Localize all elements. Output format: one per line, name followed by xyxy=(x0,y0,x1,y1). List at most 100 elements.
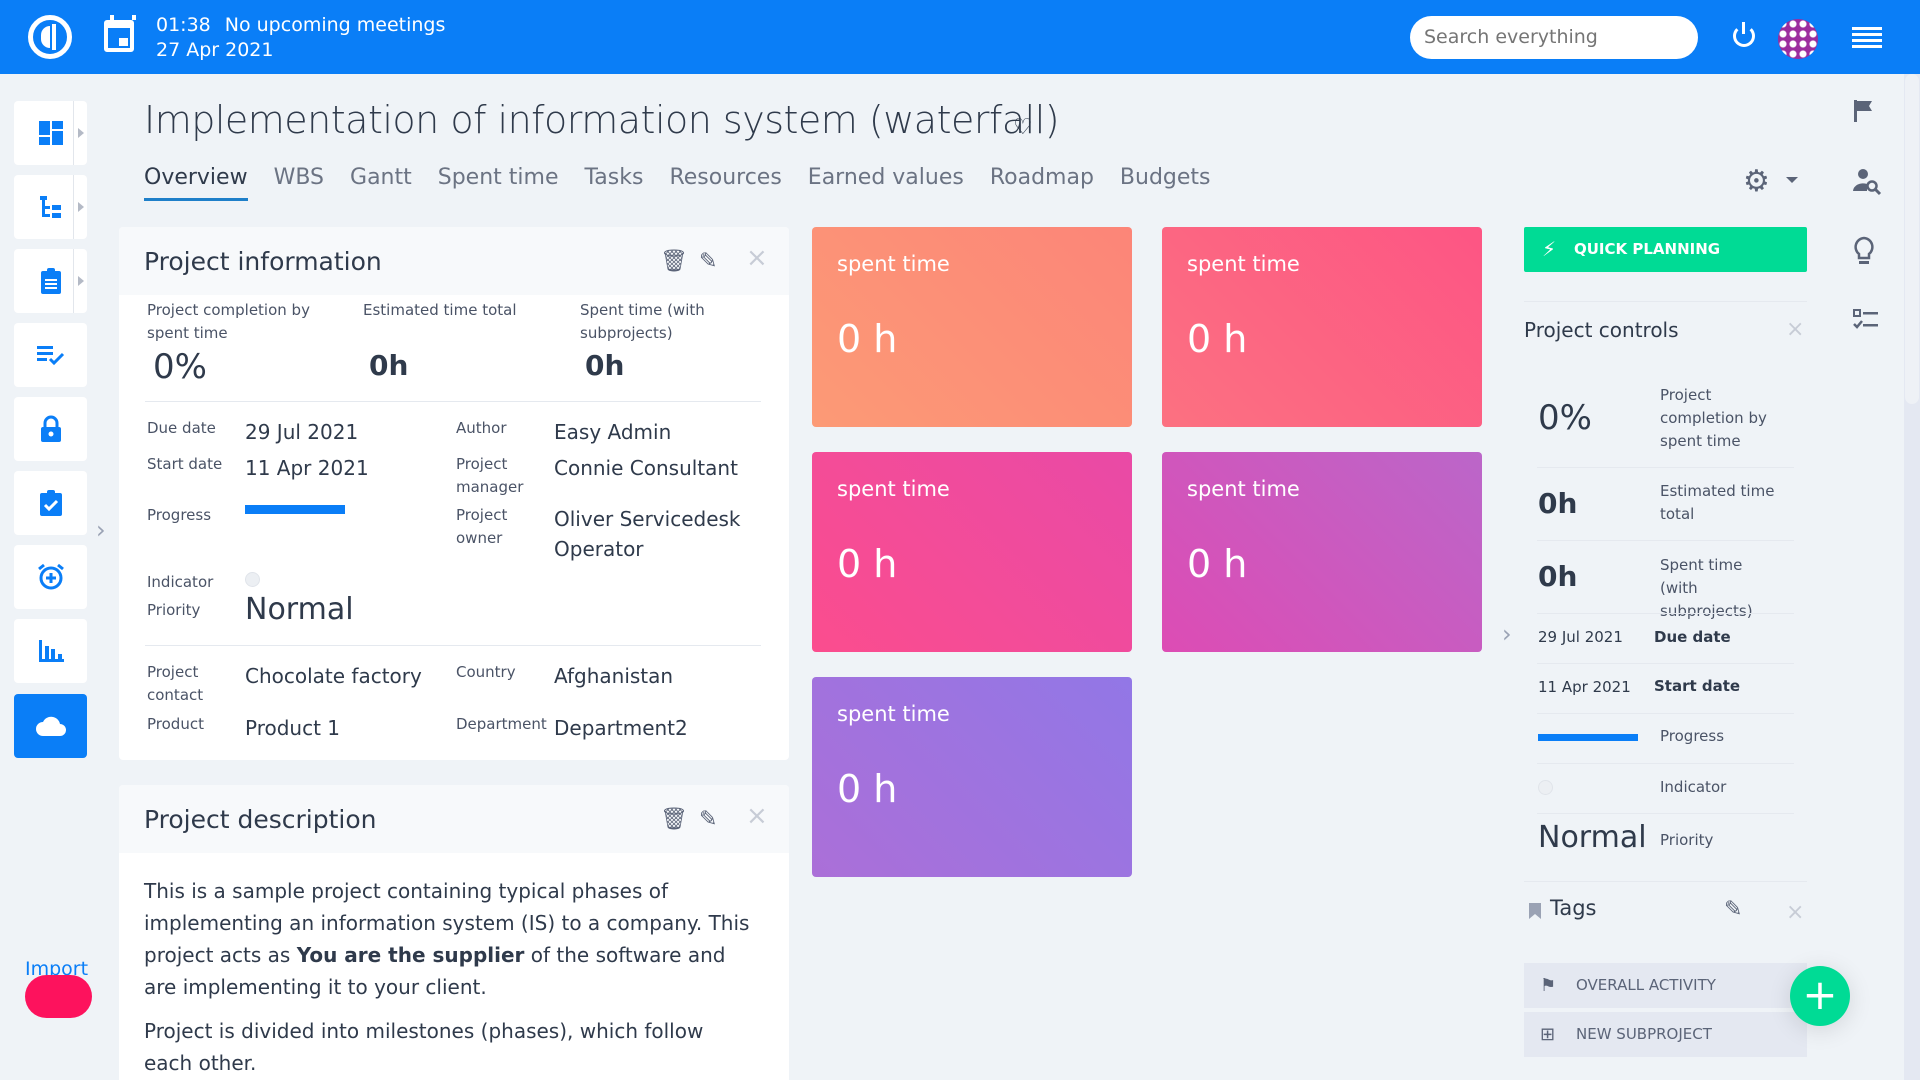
pencil-icon[interactable]: ✎ xyxy=(1724,897,1742,922)
spent-time-tile[interactable]: spent time 0 h xyxy=(1162,452,1482,652)
pc-start-date-value: 11 Apr 2021 xyxy=(1538,678,1631,696)
hamburger-menu-icon[interactable] xyxy=(1852,27,1882,49)
start-date-value: 11 Apr 2021 xyxy=(245,456,369,480)
stat-label-spent: Spent time (with subprojects) xyxy=(580,301,705,342)
sidebar-item-alarm[interactable] xyxy=(14,545,87,609)
spent-time-tile[interactable]: spent time 0 h xyxy=(812,452,1132,652)
new-subproject-button[interactable]: ⊞ NEW SUBPROJECT xyxy=(1524,1012,1807,1057)
spent-time-tile[interactable]: spent time 0 h xyxy=(812,677,1132,877)
sidebar-item-checklist[interactable] xyxy=(14,323,87,387)
logo-icon[interactable] xyxy=(28,15,72,59)
top-bar: 01:38 No upcoming meetings 27 Apr 2021 xyxy=(0,0,1920,74)
tab-wbs[interactable]: WBS xyxy=(261,165,337,201)
chevron-down-icon[interactable] xyxy=(1786,177,1798,183)
description-paragraph: This is a sample project containing typi… xyxy=(144,875,754,1003)
trash-icon[interactable]: 🗑 xyxy=(660,807,688,832)
department-value: Department2 xyxy=(554,716,688,740)
close-icon[interactable]: × xyxy=(1786,317,1804,342)
stat-value-estimated: 0h xyxy=(369,349,409,382)
flag-icon[interactable] xyxy=(1852,98,1876,124)
project-contact-value: Chocolate factory xyxy=(245,664,422,688)
project-information-card: Project information 🗑 ✎ × Project comple… xyxy=(119,227,789,760)
stat-label-estimated: Estimated time total xyxy=(363,301,517,319)
pencil-icon[interactable]: ✎ xyxy=(699,249,717,274)
pencil-icon[interactable]: ✎ xyxy=(699,807,717,832)
sidebar-item-cloud[interactable] xyxy=(14,694,87,758)
author-value[interactable]: Easy Admin xyxy=(554,417,671,447)
sidebar-expand-chevron-icon[interactable]: › xyxy=(96,516,106,544)
bold-text: You are the supplier xyxy=(296,943,525,967)
close-icon[interactable]: × xyxy=(746,801,768,831)
tab-roadmap[interactable]: Roadmap xyxy=(977,165,1107,201)
divider xyxy=(145,645,761,646)
quick-planning-button[interactable]: ⚡ QUICK PLANNING xyxy=(1524,227,1807,272)
avatar[interactable] xyxy=(1778,19,1818,59)
pc-start-date-label: Start date xyxy=(1654,677,1741,695)
close-icon[interactable]: × xyxy=(1786,900,1804,925)
user-search-icon[interactable] xyxy=(1852,167,1882,197)
gear-icon[interactable]: ⚙ xyxy=(1743,164,1770,199)
quick-planning-label: QUICK PLANNING xyxy=(1574,240,1721,258)
search-input[interactable] xyxy=(1410,16,1698,59)
overall-activity-button[interactable]: ⚑ OVERALL ACTIVITY xyxy=(1524,963,1807,1008)
tile-label: spent time xyxy=(837,702,950,726)
tab-budgets[interactable]: Budgets xyxy=(1107,165,1224,201)
tags-title: Tags xyxy=(1550,896,1597,920)
tab-spent-time[interactable]: Spent time xyxy=(425,165,572,201)
lightbulb-icon[interactable] xyxy=(1852,236,1876,266)
country-label: Country xyxy=(456,663,516,681)
pc-estimated-value: 0h xyxy=(1538,487,1578,520)
sidebar-item-lock[interactable] xyxy=(14,397,87,461)
sidebar-item-reports[interactable] xyxy=(14,619,87,683)
tab-tasks[interactable]: Tasks xyxy=(571,165,656,201)
page-title: Implementation of information system (wa… xyxy=(144,98,1060,142)
dashboard-icon xyxy=(38,121,63,145)
description-paragraph: Project is divided into milestones (phas… xyxy=(144,1019,704,1075)
trash-icon[interactable]: 🗑 xyxy=(660,249,688,274)
spent-time-tile[interactable]: spent time 0 h xyxy=(1162,227,1482,427)
tab-resources[interactable]: Resources xyxy=(656,165,794,201)
sidebar-item-tasks[interactable] xyxy=(14,249,87,313)
sidebar-item-dashboard[interactable] xyxy=(14,101,87,165)
pc-due-date-label: Due date xyxy=(1654,628,1731,646)
spent-time-tile[interactable]: spent time 0 h xyxy=(812,227,1132,427)
project-manager-value[interactable]: Connie Consultant xyxy=(554,453,738,483)
pc-completion-label: Project completion by spent time xyxy=(1660,386,1767,450)
stat-value-spent: 0h xyxy=(585,349,625,382)
project-contact-label: Project contact xyxy=(147,663,204,704)
tab-overview[interactable]: Overview xyxy=(144,165,248,201)
plus-square-icon: ⊞ xyxy=(1540,1024,1556,1045)
submenu-caret-icon[interactable] xyxy=(73,249,87,313)
favorite-heart-icon[interactable]: ♡ xyxy=(1013,115,1033,140)
power-icon[interactable] xyxy=(1733,22,1755,47)
submenu-caret-icon[interactable] xyxy=(73,175,87,239)
pc-progress-label: Progress xyxy=(1660,727,1725,745)
import-button[interactable] xyxy=(25,975,92,1018)
pc-priority-value: Normal xyxy=(1538,820,1647,855)
meeting-info[interactable]: 01:38 No upcoming meetings 27 Apr 2021 xyxy=(156,13,445,63)
divider xyxy=(1537,763,1794,764)
project-description-card: Project description 🗑 ✎ × This is a samp… xyxy=(119,785,789,1080)
scrollbar-thumb[interactable] xyxy=(1905,74,1919,404)
current-time: 01:38 xyxy=(156,14,211,36)
divider xyxy=(1524,301,1807,302)
sidebar-item-wbs[interactable] xyxy=(14,175,87,239)
pc-indicator-label: Indicator xyxy=(1660,778,1727,796)
add-fab-button[interactable]: + xyxy=(1790,966,1850,1026)
project-owner-value[interactable]: Oliver Servicedesk Operator xyxy=(554,504,754,564)
project-manager-label: Project manager xyxy=(456,455,524,496)
alarm-add-icon xyxy=(37,563,64,590)
submenu-caret-icon[interactable] xyxy=(73,101,87,165)
card-title: Project information xyxy=(144,247,382,276)
project-owner-label: Project owner xyxy=(456,506,508,547)
tab-earned-values[interactable]: Earned values xyxy=(795,165,977,201)
panel-expand-chevron-icon[interactable]: › xyxy=(1502,620,1512,648)
task-list-icon[interactable] xyxy=(1852,308,1880,332)
sidebar-item-approved[interactable] xyxy=(14,471,87,535)
tile-label: spent time xyxy=(837,252,950,276)
calendar-icon[interactable] xyxy=(104,15,136,52)
tab-gantt[interactable]: Gantt xyxy=(337,165,425,201)
close-icon[interactable]: × xyxy=(746,243,768,273)
card-header: Project description 🗑 ✎ × xyxy=(119,785,789,853)
divider xyxy=(145,401,761,402)
